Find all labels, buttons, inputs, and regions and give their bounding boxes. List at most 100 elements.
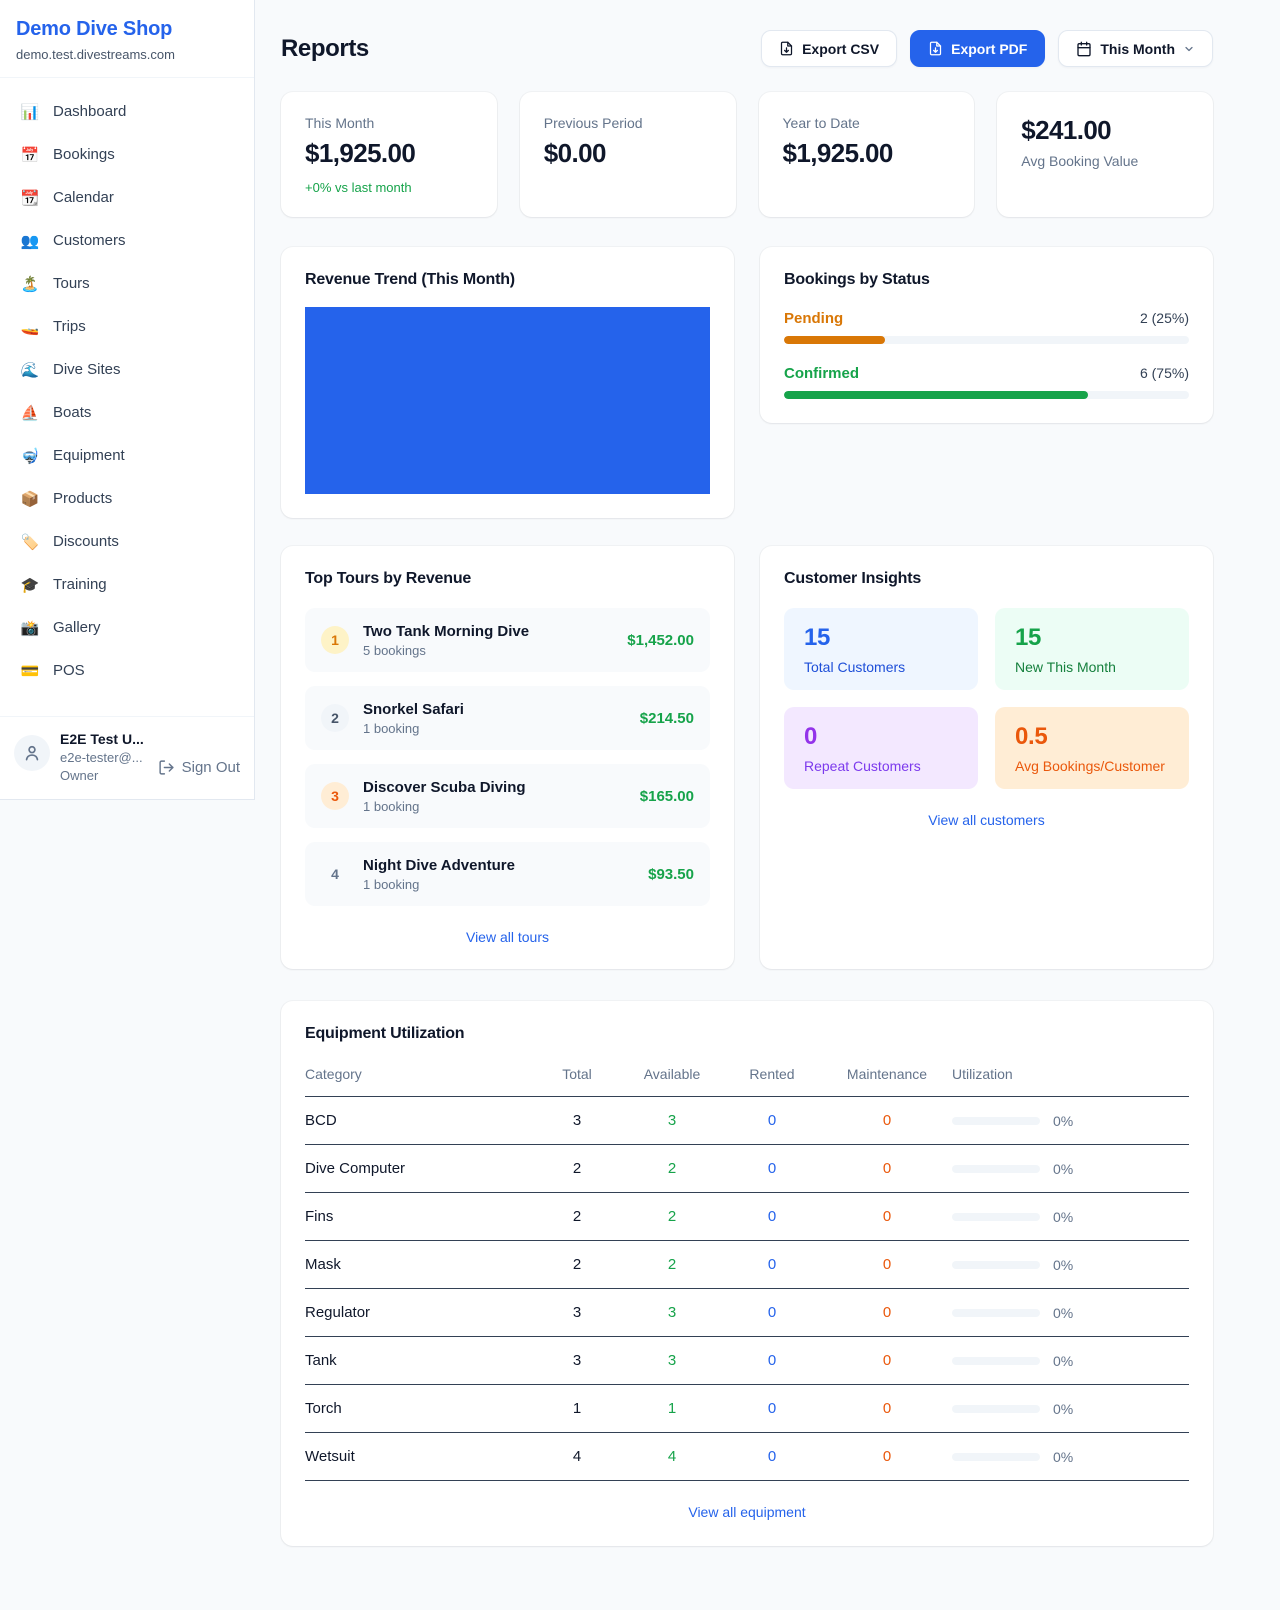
sidebar-item-label: Customers <box>53 232 126 249</box>
sign-out-button[interactable]: Sign Out <box>158 751 240 783</box>
sidebar-item-label: Discounts <box>53 533 119 550</box>
export-pdf-button[interactable]: Export PDF <box>910 30 1045 67</box>
shop-logo-block: Demo Dive Shop demo.test.divestreams.com <box>0 0 254 78</box>
cell-category: Fins <box>305 1208 532 1225</box>
user-footer: E2E Test U... e2e-tester@... Owner Sign … <box>0 716 254 799</box>
utilization-percent: 0% <box>1053 1401 1073 1417</box>
cell-total: 2 <box>532 1208 622 1225</box>
stat-label: Year to Date <box>783 115 951 131</box>
cell-category: BCD <box>305 1112 532 1129</box>
sidebar-item-calendar[interactable]: 📆 Calendar <box>0 176 254 219</box>
sign-out-label: Sign Out <box>182 759 240 776</box>
tour-revenue: $214.50 <box>640 710 694 727</box>
revenue-trend-title: Revenue Trend (This Month) <box>305 271 710 289</box>
cell-available: 3 <box>622 1112 722 1129</box>
tour-list: 1 Two Tank Morning Dive 5 bookings $1,45… <box>305 608 710 906</box>
insight-label: New This Month <box>1015 659 1169 675</box>
column-header-rented: Rented <box>722 1066 822 1082</box>
sidebar-item-tours[interactable]: 🏝️ Tours <box>0 262 254 305</box>
tour-row[interactable]: 4 Night Dive Adventure 1 booking $93.50 <box>305 842 710 906</box>
tour-name: Snorkel Safari <box>363 701 626 718</box>
sidebar-item-boats[interactable]: ⛵ Boats <box>0 391 254 434</box>
table-row: BCD 3 3 0 0 0% <box>305 1097 1189 1145</box>
utilization-percent: 0% <box>1053 1353 1073 1369</box>
cell-category: Wetsuit <box>305 1448 532 1465</box>
calendar-date-icon: 📅 <box>20 146 40 164</box>
bookings-by-status-panel: Bookings by Status Pending 2 (25%) Confi… <box>760 247 1213 423</box>
sidebar-item-label: Training <box>53 576 107 593</box>
sidebar-item-customers[interactable]: 👥 Customers <box>0 219 254 262</box>
revenue-trend-chart <box>305 307 710 494</box>
cell-utilization: 0% <box>952 1161 1189 1177</box>
cell-maintenance: 0 <box>822 1160 952 1177</box>
insight-label: Avg Bookings/Customer <box>1015 758 1169 774</box>
customer-insights-title: Customer Insights <box>784 570 1189 588</box>
status-row-confirmed: Confirmed 6 (75%) <box>784 365 1189 399</box>
cell-rented: 0 <box>722 1304 822 1321</box>
user-role: Owner <box>60 768 148 783</box>
column-header-available: Available <box>622 1066 722 1082</box>
utilization-percent: 0% <box>1053 1209 1073 1225</box>
camera-icon: 📸 <box>20 619 40 637</box>
cell-total: 3 <box>532 1112 622 1129</box>
sidebar-item-dashboard[interactable]: 📊 Dashboard <box>0 90 254 133</box>
tour-bookings: 5 bookings <box>363 643 613 658</box>
sidebar-item-discounts[interactable]: 🏷️ Discounts <box>0 520 254 563</box>
graduation-cap-icon: 🎓 <box>20 576 40 594</box>
sidebar: Demo Dive Shop demo.test.divestreams.com… <box>0 0 255 800</box>
cell-rented: 0 <box>722 1448 822 1465</box>
app-viewport: Demo Dive Shop demo.test.divestreams.com… <box>0 0 1280 1610</box>
sidebar-item-label: Boats <box>53 404 91 421</box>
bookings-by-status-title: Bookings by Status <box>784 271 1189 289</box>
sidebar-item-pos[interactable]: 💳 POS <box>0 649 254 692</box>
table-row: Fins 2 2 0 0 0% <box>305 1193 1189 1241</box>
cell-available: 2 <box>622 1208 722 1225</box>
sidebar-item-equipment[interactable]: 🤿 Equipment <box>0 434 254 477</box>
cell-rented: 0 <box>722 1400 822 1417</box>
main-content: Reports Export CSV Export PDF This Month <box>281 0 1213 1546</box>
cell-maintenance: 0 <box>822 1400 952 1417</box>
export-csv-button[interactable]: Export CSV <box>761 30 897 67</box>
file-download-icon <box>779 41 794 56</box>
rank-badge: 2 <box>321 704 349 732</box>
sidebar-item-training[interactable]: 🎓 Training <box>0 563 254 606</box>
cell-utilization: 0% <box>952 1353 1189 1369</box>
view-all-equipment-link[interactable]: View all equipment <box>305 1504 1189 1520</box>
cell-rented: 0 <box>722 1256 822 1273</box>
cell-utilization: 0% <box>952 1113 1189 1129</box>
tag-icon: 🏷️ <box>20 533 40 551</box>
stat-delta: +0% vs last month <box>305 180 473 195</box>
sidebar-item-products[interactable]: 📦 Products <box>0 477 254 520</box>
avatar <box>14 735 50 771</box>
table-row: Dive Computer 2 2 0 0 0% <box>305 1145 1189 1193</box>
sidebar-item-label: Bookings <box>53 146 115 163</box>
top-tours-title: Top Tours by Revenue <box>305 570 710 588</box>
insight-value: 15 <box>1015 624 1169 652</box>
cell-rented: 0 <box>722 1112 822 1129</box>
utilization-percent: 0% <box>1053 1449 1073 1465</box>
cell-maintenance: 0 <box>822 1352 952 1369</box>
sidebar-item-gallery[interactable]: 📸 Gallery <box>0 606 254 649</box>
stat-card-year-to-date: Year to Date $1,925.00 <box>759 92 975 217</box>
utilization-bar <box>952 1213 1040 1221</box>
tour-row[interactable]: 2 Snorkel Safari 1 booking $214.50 <box>305 686 710 750</box>
sidebar-item-label: Dashboard <box>53 103 126 120</box>
view-all-tours-link[interactable]: View all tours <box>305 929 710 945</box>
cell-category: Tank <box>305 1352 532 1369</box>
cell-maintenance: 0 <box>822 1448 952 1465</box>
tour-row[interactable]: 3 Discover Scuba Diving 1 booking $165.0… <box>305 764 710 828</box>
cell-total: 3 <box>532 1304 622 1321</box>
sidebar-item-label: Products <box>53 490 112 507</box>
dashboard-chart-icon: 📊 <box>20 103 40 121</box>
insight-card-repeat-customers: 0 Repeat Customers <box>784 707 978 789</box>
diving-mask-icon: 🤿 <box>20 447 40 465</box>
sidebar-item-bookings[interactable]: 📅 Bookings <box>0 133 254 176</box>
sidebar-nav: 📊 Dashboard 📅 Bookings 📆 Calendar 👥 Cust… <box>0 78 254 716</box>
period-dropdown[interactable]: This Month <box>1058 30 1213 67</box>
sidebar-item-trips[interactable]: 🚤 Trips <box>0 305 254 348</box>
table-row: Torch 1 1 0 0 0% <box>305 1385 1189 1433</box>
tour-row[interactable]: 1 Two Tank Morning Dive 5 bookings $1,45… <box>305 608 710 672</box>
sidebar-item-dive-sites[interactable]: 🌊 Dive Sites <box>0 348 254 391</box>
utilization-percent: 0% <box>1053 1257 1073 1273</box>
view-all-customers-link[interactable]: View all customers <box>784 812 1189 828</box>
